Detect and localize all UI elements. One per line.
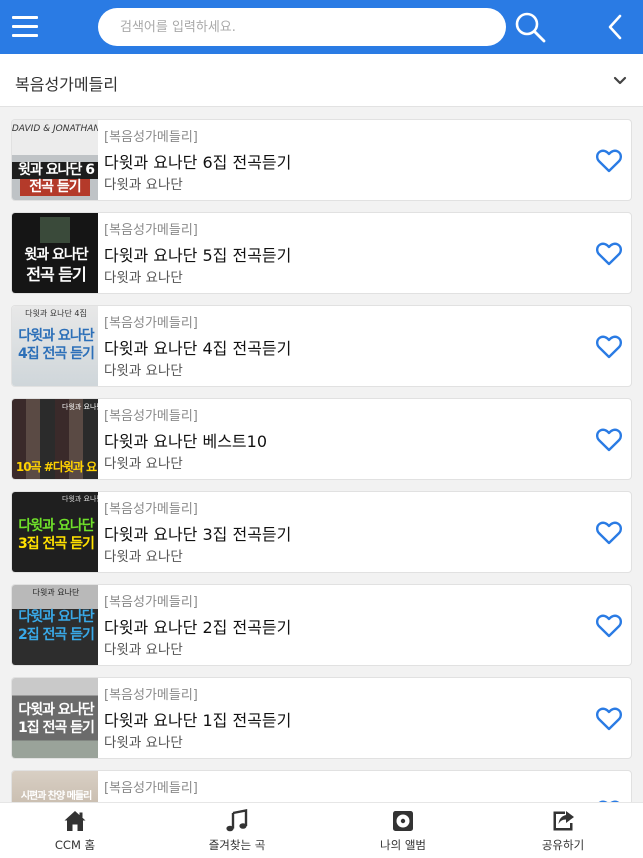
thumbnail-text: 시편과 찬양 메들리 [20,791,93,802]
song-artist: 다윗과 요나단 [104,456,183,472]
thumbnail-text: 다윗과 요나단 4집 [25,309,87,318]
thumbnail: 윗과 요나단 전곡 듣기 [12,213,98,293]
song-category: [복음성가메들리] [104,502,198,517]
song-title: 다윗과 요나단 베스트10 [104,432,268,451]
music-note-icon [226,809,248,832]
song-card[interactable]: 다윗과 요나단 10곡 #다윗과 요 [복음성가메들리] 다윗과 요나단 베스트… [11,398,632,480]
nav-home[interactable]: CCM 홈 [0,803,155,858]
search-icon [515,12,546,43]
top-app-bar [0,0,643,54]
bottom-navigation: CCM 홈 즐겨찾는 곡 나의 앨범 공유하기 [0,802,643,858]
thumbnail-text: 1집 전곡 듣기 [18,720,95,736]
heart-outline-icon[interactable] [595,520,623,546]
heart-outline-icon[interactable] [595,241,623,267]
nav-label: 공유하기 [541,838,585,852]
share-icon [553,811,574,831]
thumbnail-text: 전곡 듣기 [26,265,86,284]
song-title: 다윗과 요나단 3집 전곡듣기 [104,525,292,544]
nav-favorites[interactable]: 즐겨찾는 곡 [157,803,317,858]
song-artist: 다윗과 요나단 [104,363,183,379]
thumbnail: 다윗과 요나단 다윗과 요나단 3집 전곡 듣기 [12,492,98,572]
song-card[interactable]: DAVID & JONATHAN 윗과 요나단 6 전곡 듣기 [복음성가메들리… [11,119,632,201]
nav-share[interactable]: 공유하기 [483,803,643,858]
song-list: DAVID & JONATHAN 윗과 요나단 6 전곡 듣기 [복음성가메들리… [0,107,643,802]
song-card[interactable]: 다윗과 요나단 다윗과 요나단 2집 전곡 듣기 [복음성가메들리] 다윗과 요… [11,584,632,666]
thumbnail-text: 다윗과 요나단 [18,328,94,344]
heart-outline-icon[interactable] [595,706,623,732]
thumbnail-text: 전곡 듣기 [20,179,90,196]
song-card[interactable]: 다윗과 요나단 1집 전곡 듣기 [복음성가메들리] 다윗과 요나단 1집 전곡… [11,677,632,759]
thumbnail: 다윗과 요나단 4집 다윗과 요나단 4집 전곡 듣기 [12,306,98,386]
thumbnail-photo [40,217,70,243]
thumbnail-text: 다윗과 요나단 [62,403,98,411]
category-dropdown[interactable]: 복음성가메들리 [0,54,643,107]
back-button[interactable] [602,12,630,42]
thumbnail: 다윗과 요나단 다윗과 요나단 2집 전곡 듣기 [12,585,98,665]
chevron-down-icon [613,76,627,85]
heart-outline-icon[interactable] [595,427,623,453]
thumbnail-text: 4집 전곡 듣기 [18,346,95,362]
thumbnail-text: 3집 전곡 듣기 [18,536,95,552]
song-artist: 다윗과 요나단 [104,177,183,193]
nav-label: 즐겨찾는 곡 [208,838,266,852]
song-artist: 다윗과 요나단 [104,735,183,751]
song-category: [복음성가메들리] [104,316,198,331]
song-card[interactable]: 윗과 요나단 전곡 듣기 [복음성가메들리] 다윗과 요나단 5집 전곡듣기 다… [11,212,632,294]
thumbnail: 다윗과 요나단 10곡 #다윗과 요 [12,399,98,479]
category-label: 복음성가메들리 [15,75,119,94]
song-title: 다윗과 요나단 6집 전곡듣기 [104,153,292,172]
song-card[interactable]: 다윗과 요나단 4집 다윗과 요나단 4집 전곡 듣기 [복음성가메들리] 다윗… [11,305,632,387]
album-icon [393,811,413,831]
thumbnail-text: 2집 전곡 듣기 [18,627,95,643]
thumbnail-text: 10곡 #다윗과 요 [15,460,97,474]
song-artist: 다윗과 요나단 [104,549,183,565]
song-category: [복음성가메들리] [104,130,198,145]
song-title: 다윗과 요나단 5집 전곡듣기 [104,246,292,265]
thumbnail: DAVID & JONATHAN 윗과 요나단 6 전곡 듣기 [12,120,98,200]
thumbnail-text: DAVID & JONATHAN [12,124,98,134]
thumbnail-text: 다윗과 요나단 [62,495,98,503]
heart-outline-icon[interactable] [595,334,623,360]
thumbnail-text: 윗과 요나단 6 [12,162,98,179]
thumbnail-text: 윗과 요나단 [24,247,88,263]
thumbnail: 시편과 찬양 메들리 [12,771,98,802]
nav-label: CCM 홈 [54,838,96,852]
song-artist: 다윗과 요나단 [104,642,183,658]
hamburger-menu-icon-line [12,25,38,28]
song-category: [복음성가메들리] [104,409,198,424]
search-button[interactable] [512,9,548,45]
nav-my-album[interactable]: 나의 앨범 [323,803,483,858]
thumbnail-text: 다윗과 요나단 [18,702,94,718]
hamburger-menu-icon-line [12,34,38,37]
heart-outline-icon[interactable] [595,613,623,639]
thumbnail-text: 다윗과 요나단 [18,609,94,625]
song-category: [복음성가메들리] [104,781,198,796]
thumbnail: 다윗과 요나단 1집 전곡 듣기 [12,678,98,758]
song-artist: 다윗과 요나단 [104,270,183,286]
home-icon [64,811,86,831]
hamburger-menu-icon [12,16,38,19]
heart-outline-icon[interactable] [595,148,623,174]
song-card[interactable]: 시편과 찬양 메들리 [복음성가메들리] [11,770,632,802]
song-title: 다윗과 요나단 2집 전곡듣기 [104,618,292,637]
song-category: [복음성가메들리] [104,595,198,610]
thumbnail-text: 다윗과 요나단 [18,518,94,534]
menu-button[interactable] [10,10,44,44]
song-card[interactable]: 다윗과 요나단 다윗과 요나단 3집 전곡 듣기 [복음성가메들리] 다윗과 요… [11,491,632,573]
song-title: 다윗과 요나단 1집 전곡듣기 [104,711,292,730]
song-category: [복음성가메들리] [104,688,198,703]
thumbnail-text: 다윗과 요나단 [32,588,80,597]
song-category: [복음성가메들리] [104,223,198,238]
chevron-left-icon [608,14,622,40]
search-input[interactable] [98,8,506,46]
nav-label: 나의 앨범 [380,838,426,852]
song-title: 다윗과 요나단 4집 전곡듣기 [104,339,292,358]
